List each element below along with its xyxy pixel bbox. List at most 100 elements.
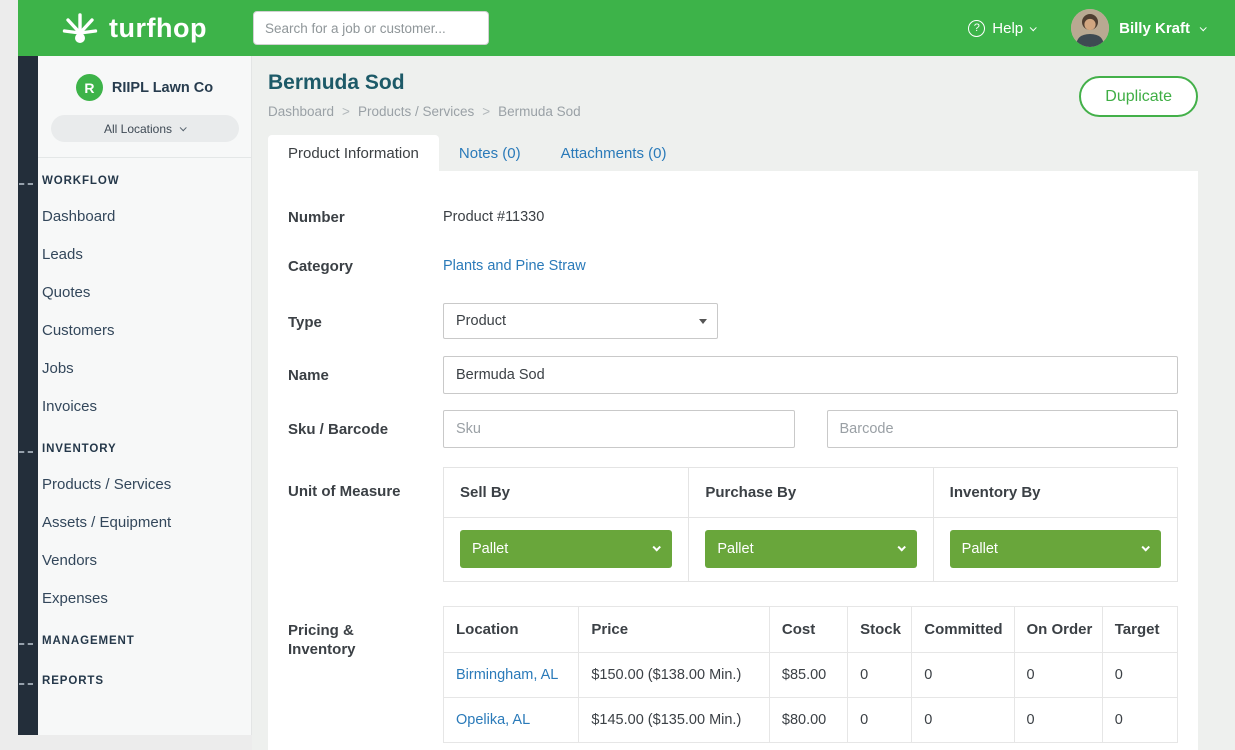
sidebar-content: R RIIPL Lawn Co All Locations WORKFLOW D… [38,56,251,735]
chevron-down-icon [1030,24,1037,31]
uom-cell: Pallet [444,518,688,581]
uom-column-sell-by: Sell By [444,468,688,518]
header-right: ? Help Billy Kraft [968,9,1235,47]
user-name: Billy Kraft [1119,20,1190,37]
breadcrumb-separator: > [482,104,490,119]
help-icon: ? [968,20,985,37]
type-select[interactable]: Product [443,303,718,339]
number-label: Number [288,208,443,227]
turfhop-logo-icon [60,8,100,48]
user-menu[interactable]: Billy Kraft [1071,9,1205,47]
name-label: Name [288,356,443,385]
section-workflow[interactable]: WORKFLOW [38,158,251,198]
section-management[interactable]: MANAGEMENT [38,618,251,658]
inventory-by-dropdown[interactable]: Pallet [950,530,1161,568]
sidebar: R RIIPL Lawn Co All Locations WORKFLOW D… [18,56,252,735]
sidebar-menu: WORKFLOW Dashboard Leads Quotes Customer… [38,158,251,698]
sku-input[interactable] [443,410,795,448]
price-cell: $150.00 ($138.00 Min.) [579,653,770,698]
cost-cell: $80.00 [769,698,847,743]
breadcrumb-separator: > [342,104,350,119]
help-menu[interactable]: ? Help [968,20,1035,37]
uom-cell: Pallet [688,518,932,581]
column-header-cost: Cost [769,607,847,653]
column-header-price: Price [579,607,770,653]
stock-cell: 0 [848,653,912,698]
tab-bar: Product Information Notes (0) Attachment… [268,135,1198,171]
breadcrumb-dashboard[interactable]: Dashboard [268,104,334,119]
on-order-cell: 0 [1014,653,1102,698]
chevron-down-icon [1141,543,1149,551]
pricing-header-row: Location Price Cost Stock Committed On O… [444,607,1178,653]
page-title: Bermuda Sod [268,71,581,95]
sidebar-item-customers[interactable]: Customers [38,312,251,350]
column-header-location: Location [444,607,579,653]
chevron-down-icon [653,543,661,551]
committed-cell: 0 [912,698,1014,743]
main-content: Bermuda Sod Dashboard > Products / Servi… [252,56,1235,750]
turfhop-logo[interactable]: turfhop [60,8,207,48]
search-area [253,11,489,45]
column-header-stock: Stock [848,607,912,653]
location-cell: Opelika, AL [444,698,579,743]
unit-of-measure-table: Sell By Purchase By Inventory By Pallet … [443,467,1178,582]
type-select-value: Product [456,313,506,329]
column-header-target: Target [1102,607,1177,653]
locations-dropdown[interactable]: All Locations [51,115,239,142]
breadcrumb-products-services[interactable]: Products / Services [358,104,474,119]
target-cell: 0 [1102,698,1177,743]
chevron-down-icon [897,543,905,551]
company-header: R RIIPL Lawn Co [38,56,251,101]
sidebar-item-jobs[interactable]: Jobs [38,350,251,388]
column-header-on-order: On Order [1014,607,1102,653]
category-label: Category [288,257,443,276]
sidebar-item-products-services[interactable]: Products / Services [38,466,251,504]
table-row: Birmingham, AL $150.00 ($138.00 Min.) $8… [444,653,1178,698]
column-header-committed: Committed [912,607,1014,653]
company-name: RIIPL Lawn Co [112,80,213,96]
number-value: Product #11330 [443,208,1178,227]
committed-cell: 0 [912,653,1014,698]
category-link[interactable]: Plants and Pine Straw [443,258,586,274]
tab-attachments[interactable]: Attachments (0) [541,135,687,171]
tab-notes[interactable]: Notes (0) [439,135,541,171]
section-inventory[interactable]: INVENTORY [38,426,251,466]
location-cell: Birmingham, AL [444,653,579,698]
top-header: turfhop ? Help Billy Kraft [18,0,1235,56]
type-label: Type [288,303,443,332]
sidebar-item-dashboard[interactable]: Dashboard [38,198,251,236]
sell-by-dropdown[interactable]: Pallet [460,530,672,568]
on-order-cell: 0 [1014,698,1102,743]
uom-column-inventory-by: Inventory By [933,468,1177,518]
pricing-inventory-label: Pricing & Inventory [288,606,443,659]
duplicate-button[interactable]: Duplicate [1079,76,1198,117]
table-row: Opelika, AL $145.00 ($135.00 Min.) $80.0… [444,698,1178,743]
chevron-down-icon [180,124,187,131]
company-avatar: R [76,74,103,101]
search-input[interactable] [253,11,489,45]
user-avatar [1071,9,1109,47]
location-link[interactable]: Birmingham, AL [456,667,558,683]
select-arrow-icon [699,319,707,324]
purchase-by-dropdown[interactable]: Pallet [705,530,916,568]
sidebar-item-invoices[interactable]: Invoices [38,388,251,426]
pricing-table: Location Price Cost Stock Committed On O… [443,606,1178,743]
product-information-panel: Number Product #11330 Category Plants an… [268,171,1198,750]
sidebar-item-vendors[interactable]: Vendors [38,542,251,580]
sidebar-item-quotes[interactable]: Quotes [38,274,251,312]
sidebar-item-expenses[interactable]: Expenses [38,580,251,618]
target-cell: 0 [1102,653,1177,698]
sidebar-item-leads[interactable]: Leads [38,236,251,274]
page-header: Bermuda Sod Dashboard > Products / Servi… [268,56,1198,119]
name-input[interactable] [443,356,1178,394]
tab-product-information[interactable]: Product Information [268,135,439,171]
uom-column-purchase-by: Purchase By [688,468,932,518]
sidebar-item-assets-equipment[interactable]: Assets / Equipment [38,504,251,542]
uom-cell: Pallet [933,518,1177,581]
price-cell: $145.00 ($135.00 Min.) [579,698,770,743]
unit-of-measure-label: Unit of Measure [288,467,443,501]
brand-name: turfhop [109,13,207,44]
barcode-input[interactable] [827,410,1179,448]
location-link[interactable]: Opelika, AL [456,712,530,728]
section-reports[interactable]: REPORTS [38,658,251,698]
